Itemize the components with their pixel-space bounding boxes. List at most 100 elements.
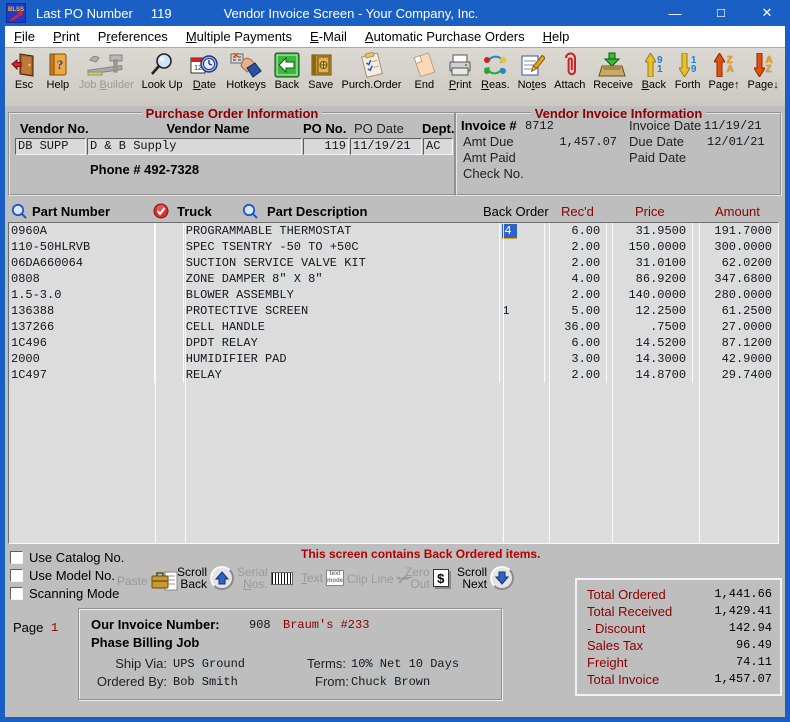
- ordered-by-value[interactable]: Bob Smith: [173, 675, 238, 689]
- cell-amount[interactable]: 62.0200: [693, 255, 778, 271]
- minimize-button[interactable]: —: [652, 0, 698, 26]
- menu-help[interactable]: Help: [534, 26, 579, 47]
- toolbar-button-receive[interactable]: Receive: [593, 51, 633, 91]
- cell-back-order[interactable]: [500, 319, 546, 335]
- cell-truck[interactable]: [155, 271, 184, 287]
- truck-check-icon[interactable]: [153, 203, 169, 219]
- cell-description[interactable]: PROGRAMMABLE THERMOSTAT: [184, 223, 501, 239]
- close-button[interactable]: ✕: [744, 0, 790, 26]
- po-date-field[interactable]: 11/19/21: [350, 138, 422, 155]
- invoice-no-value[interactable]: 8712: [525, 119, 554, 133]
- toolbar-button-print[interactable]: Print: [447, 51, 473, 91]
- dept-field[interactable]: AC: [423, 138, 453, 155]
- toolbar-button-reas[interactable]: Reas.: [481, 51, 510, 91]
- part-number-header[interactable]: Part Number: [32, 204, 110, 219]
- toolbar-button-page-down[interactable]: AZ Page↓: [748, 51, 779, 91]
- terms-value[interactable]: 10% Net 10 Days: [351, 657, 459, 671]
- amt-due-value[interactable]: 1,457.07: [517, 135, 617, 149]
- cell-price[interactable]: 14.5200: [607, 335, 694, 351]
- cell-received[interactable]: 6.00: [545, 335, 608, 351]
- cell-part-number[interactable]: 0960A: [9, 223, 155, 239]
- cell-description[interactable]: BLOWER ASSEMBLY: [184, 287, 501, 303]
- po-no-field[interactable]: 119: [303, 138, 349, 155]
- cell-truck[interactable]: [155, 351, 184, 367]
- cell-amount[interactable]: 191.7000: [693, 223, 778, 239]
- toolbar-button-hotkeys[interactable]: Hotkeys: [226, 51, 266, 91]
- cell-part-number[interactable]: 136388: [9, 303, 155, 319]
- cell-part-number[interactable]: 06DA660064: [9, 255, 155, 271]
- cell-price[interactable]: 140.0000: [607, 287, 694, 303]
- cell-part-number[interactable]: 1C497: [9, 367, 155, 383]
- cell-price[interactable]: 12.2500: [607, 303, 694, 319]
- toolbar-button-back-line[interactable]: 91 Back: [641, 51, 667, 91]
- cell-back-order[interactable]: 4: [500, 223, 546, 239]
- cell-description[interactable]: CELL HANDLE: [184, 319, 501, 335]
- selected-cell[interactable]: 4: [502, 224, 517, 239]
- part-description-header[interactable]: Part Description: [267, 204, 367, 219]
- cell-truck[interactable]: [155, 335, 184, 351]
- cell-amount[interactable]: 29.7400: [693, 367, 778, 383]
- toolbar-button-purch-order[interactable]: Purch.Order: [342, 51, 401, 91]
- invoice-date-value[interactable]: 11/19/21: [704, 119, 762, 133]
- cell-back-order[interactable]: [500, 335, 546, 351]
- cell-received[interactable]: 2.00: [545, 367, 608, 383]
- cell-description[interactable]: PROTECTIVE SCREEN: [184, 303, 501, 319]
- cell-description[interactable]: SPEC TSENTRY -50 TO +50C: [184, 239, 501, 255]
- toolbar-button-end[interactable]: End: [409, 51, 439, 91]
- our-invoice-number-value[interactable]: 908: [249, 618, 271, 632]
- cell-amount[interactable]: 42.9000: [693, 351, 778, 367]
- cell-received[interactable]: 4.00: [545, 271, 608, 287]
- cell-truck[interactable]: [155, 303, 184, 319]
- cell-received[interactable]: 36.00: [545, 319, 608, 335]
- toolbar-button-help[interactable]: ? Help: [45, 51, 71, 91]
- menu-preferences[interactable]: Pr eferences: [89, 26, 177, 47]
- from-value[interactable]: Chuck Brown: [351, 675, 430, 689]
- toolbar-button-back-screen[interactable]: Back: [274, 51, 300, 91]
- cell-price[interactable]: .7500: [607, 319, 694, 335]
- cell-description[interactable]: HUMIDIFIER PAD: [184, 351, 501, 367]
- cell-received[interactable]: 2.00: [545, 255, 608, 271]
- cell-price[interactable]: 14.3000: [607, 351, 694, 367]
- cell-back-order[interactable]: [500, 367, 546, 383]
- cell-amount[interactable]: 87.1200: [693, 335, 778, 351]
- cell-amount[interactable]: 300.0000: [693, 239, 778, 255]
- maximize-button[interactable]: ☐: [698, 0, 744, 26]
- cell-description[interactable]: RELAY: [184, 367, 501, 383]
- cell-received[interactable]: 2.00: [545, 239, 608, 255]
- cell-truck[interactable]: [155, 255, 184, 271]
- cell-back-order[interactable]: [500, 351, 546, 367]
- cell-part-number[interactable]: 1C496: [9, 335, 155, 351]
- cell-price[interactable]: 150.0000: [607, 239, 694, 255]
- toolbar-button-date[interactable]: 12 Date: [190, 51, 219, 91]
- toolbar-button-page-up[interactable]: ZA Page↑: [708, 51, 740, 91]
- cell-part-number[interactable]: 110-50HLRVB: [9, 239, 155, 255]
- cell-amount[interactable]: 61.2500: [693, 303, 778, 319]
- search-part-number-icon[interactable]: [11, 203, 27, 219]
- toolbar-button-forth-line[interactable]: 19 Forth: [675, 51, 701, 91]
- vendor-name-field[interactable]: D & B Supply: [87, 138, 302, 155]
- cell-part-number[interactable]: 2000: [9, 351, 155, 367]
- cell-truck[interactable]: [155, 223, 184, 239]
- cell-back-order[interactable]: [500, 271, 546, 287]
- menu-file[interactable]: File: [5, 26, 44, 47]
- ship-via-value[interactable]: UPS Ground: [173, 657, 245, 671]
- toolbar-button-look-up[interactable]: Look Up: [142, 51, 183, 91]
- cell-truck[interactable]: [155, 239, 184, 255]
- cell-price[interactable]: 31.9500: [607, 223, 694, 239]
- cell-part-number[interactable]: 137266: [9, 319, 155, 335]
- toolbar-button-save[interactable]: Save: [308, 51, 334, 91]
- cell-truck[interactable]: [155, 287, 184, 303]
- cell-price[interactable]: 86.9200: [607, 271, 694, 287]
- menu-multiple-payments[interactable]: Multiple Payments: [177, 26, 301, 47]
- menu-automatic-purchase-orders[interactable]: Automatic Purchase Orders: [356, 26, 534, 47]
- cell-part-number[interactable]: 0808: [9, 271, 155, 287]
- cell-price[interactable]: 31.0100: [607, 255, 694, 271]
- cell-received[interactable]: 2.00: [545, 287, 608, 303]
- cell-received[interactable]: 6.00: [545, 223, 608, 239]
- toolbar-button-attach[interactable]: Attach: [554, 51, 585, 91]
- scanning-mode-checkbox[interactable]: [10, 587, 23, 600]
- cell-back-order[interactable]: [500, 239, 546, 255]
- cell-amount[interactable]: 280.0000: [693, 287, 778, 303]
- cell-received[interactable]: 3.00: [545, 351, 608, 367]
- due-date-value[interactable]: 12/01/21: [707, 135, 765, 149]
